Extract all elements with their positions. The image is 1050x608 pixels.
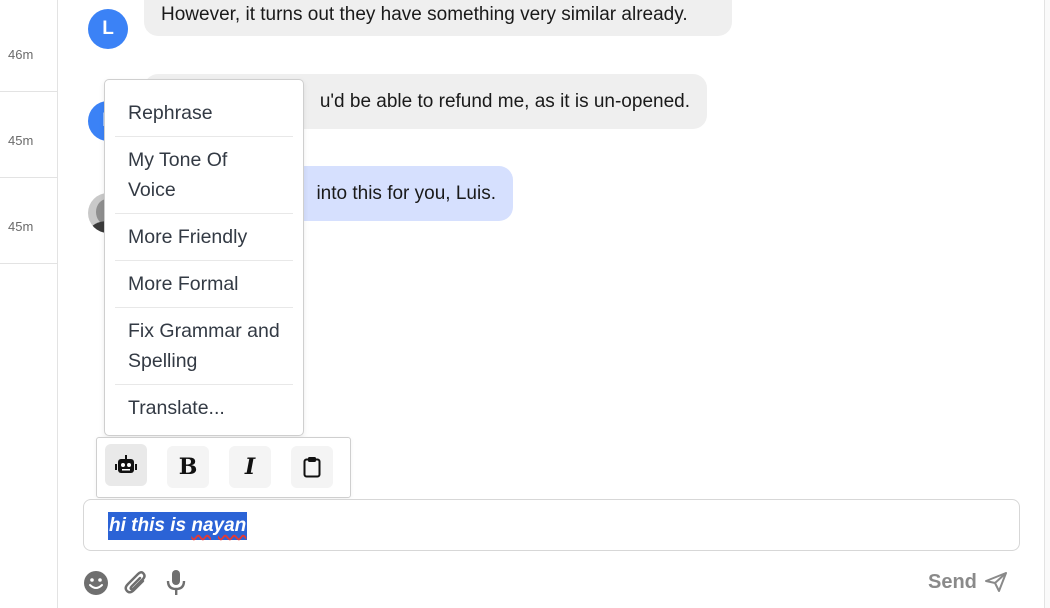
menu-item-more-formal[interactable]: More Formal	[115, 261, 293, 308]
paste-button[interactable]	[291, 446, 333, 488]
scrollbar[interactable]	[1044, 0, 1050, 608]
send-label: Send	[928, 570, 977, 593]
ai-rewrite-menu: Rephrase My Tone Of Voice More Friendly …	[104, 79, 304, 436]
message-text: However, it turns out they have somethin…	[161, 4, 688, 25]
attach-button[interactable]	[122, 568, 150, 598]
italic-button[interactable]: I	[229, 446, 271, 488]
message-bubble-incoming: However, it turns out they have somethin…	[144, 0, 732, 36]
message-text: u'd be able to refund me, as it is un-op…	[319, 90, 690, 112]
menu-item-more-friendly[interactable]: More Friendly	[115, 214, 293, 261]
menu-item-translate[interactable]: Translate...	[115, 385, 293, 431]
selected-text[interactable]: hi this is nayan	[108, 512, 248, 540]
ai-assist-button[interactable]	[105, 444, 147, 486]
timestamp-rail: 46m 45m 45m	[0, 0, 58, 608]
timestamp: 45m	[8, 133, 34, 148]
menu-item-fix-grammar[interactable]: Fix Grammar and Spelling	[115, 308, 293, 385]
emoji-button[interactable]	[82, 568, 110, 598]
emoji-icon	[84, 571, 108, 595]
timestamp-cell: 46m	[0, 6, 58, 92]
timestamp-cell: 45m	[0, 92, 58, 178]
timestamp-cell: 45m	[0, 178, 58, 264]
italic-icon: I	[244, 454, 256, 480]
bold-button[interactable]: B	[167, 446, 209, 488]
microphone-icon	[166, 570, 186, 595]
send-icon	[984, 572, 1007, 592]
timestamp: 46m	[8, 47, 34, 62]
timestamp: 45m	[8, 219, 34, 234]
misspelled-word: nayan	[191, 515, 247, 536]
message-text: into this for you, Luis.	[316, 182, 496, 204]
format-toolbar: B I	[96, 437, 351, 498]
menu-item-tone-of-voice[interactable]: My Tone Of Voice	[115, 137, 293, 214]
clipboard-icon	[303, 457, 321, 478]
bold-icon: B	[178, 454, 198, 480]
attachment-icon	[124, 571, 146, 594]
avatar: L	[88, 9, 128, 49]
send-button[interactable]: Send	[928, 568, 1007, 596]
voice-button[interactable]	[162, 568, 190, 598]
robot-icon	[115, 455, 137, 473]
message-input[interactable]: hi this is nayan	[83, 499, 1020, 551]
menu-item-rephrase[interactable]: Rephrase	[115, 90, 293, 137]
